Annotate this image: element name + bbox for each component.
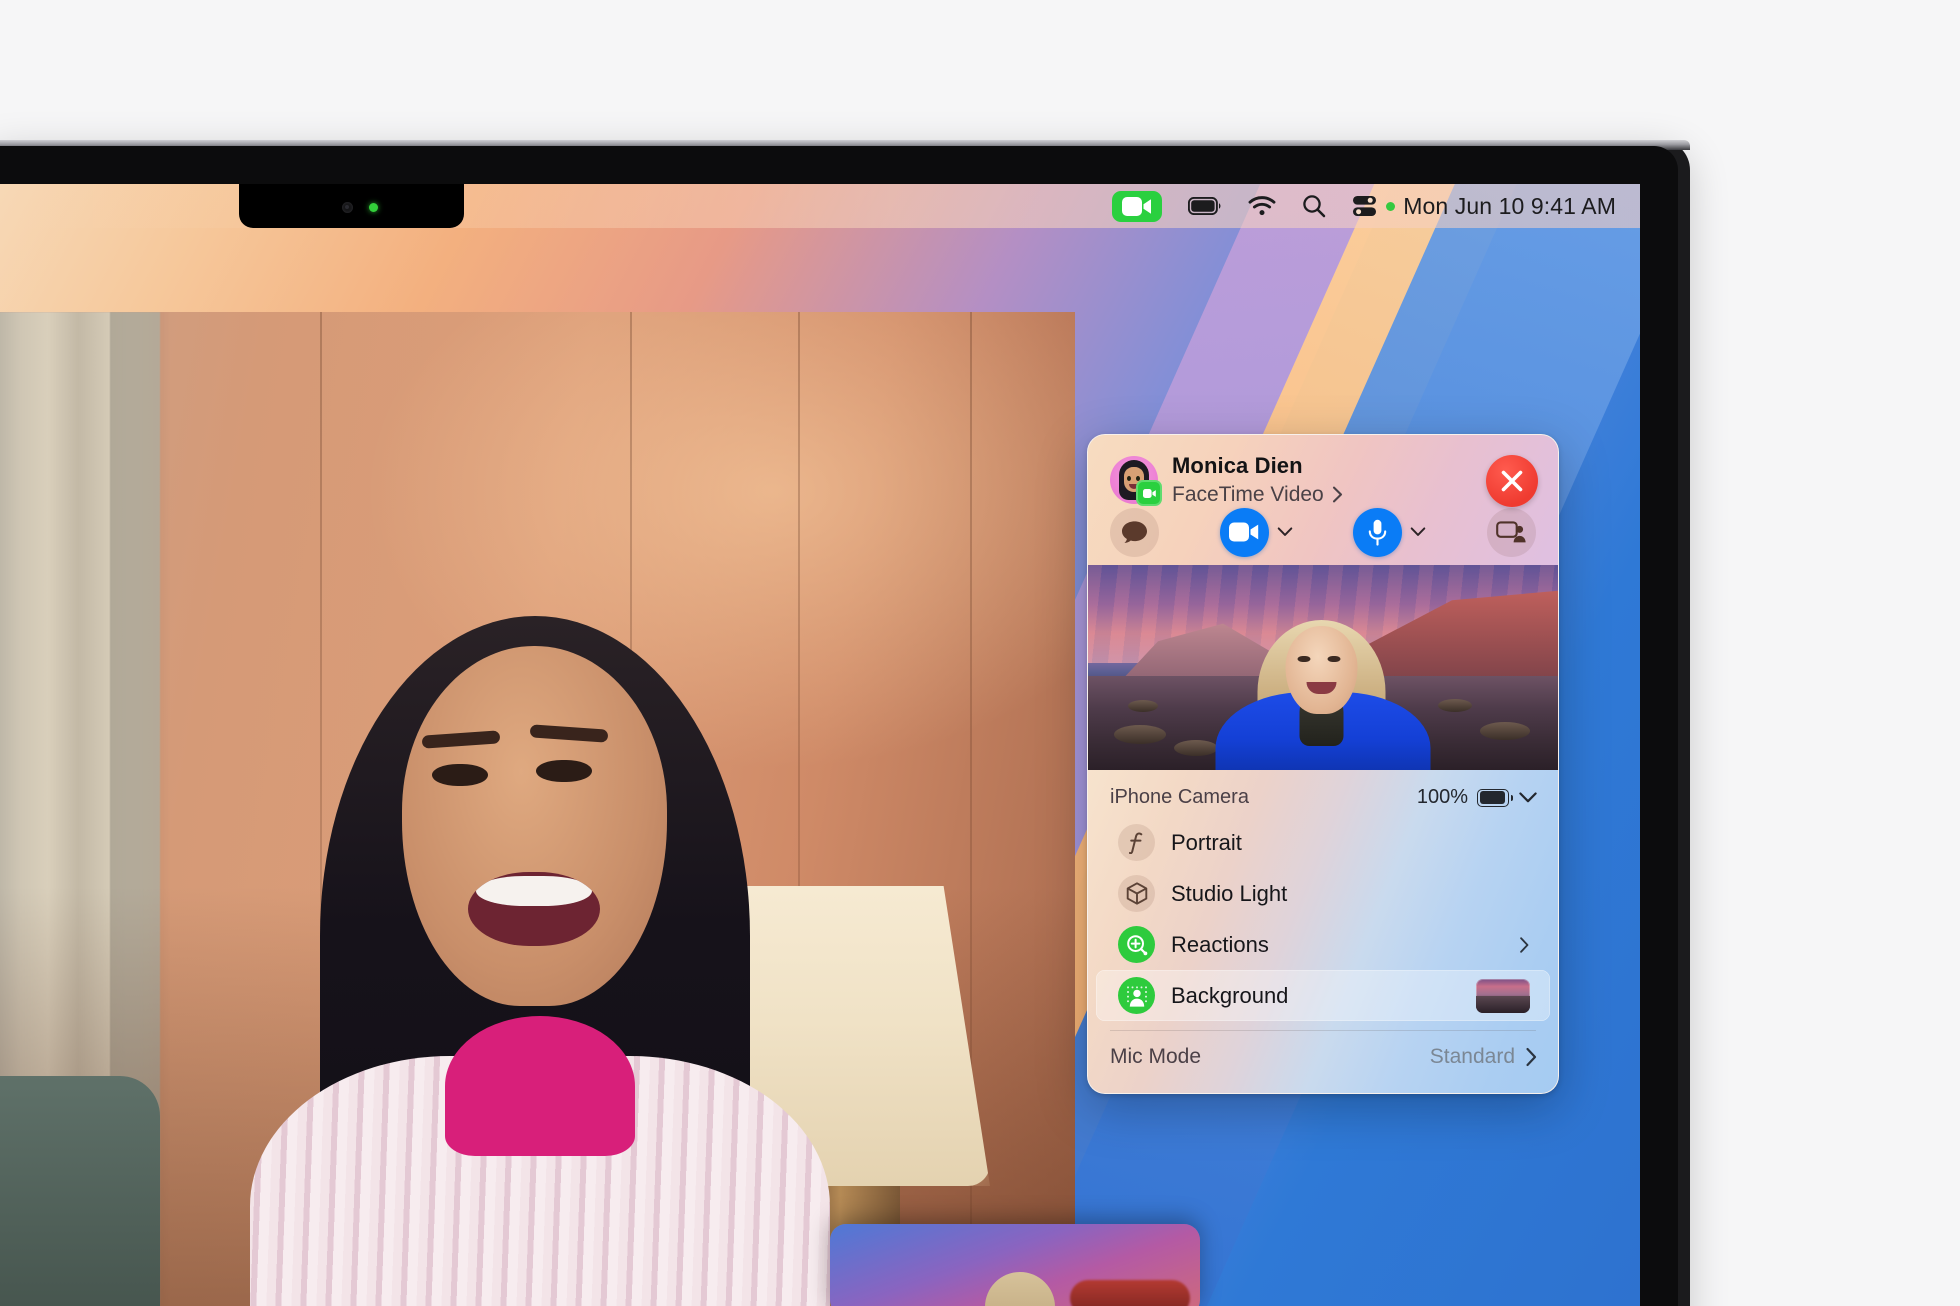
screenshot-root: Mon Jun 10 9:41 AM Monica Dien FaceTime … <box>0 0 1960 1306</box>
cube-glyph <box>1126 882 1147 905</box>
preview-rock <box>1174 740 1218 756</box>
participant-eye <box>536 760 592 782</box>
popover-effects-section: iPhone Camera 100% Portrait Studio Light… <box>1088 770 1558 1093</box>
battery-percent-label: 100% <box>1416 786 1468 808</box>
preview-rock <box>1114 725 1166 744</box>
call-type-row[interactable]: FaceTime Video <box>1172 482 1343 507</box>
pip-rock <box>1070 1280 1190 1306</box>
preview-person-smile <box>1306 682 1337 694</box>
participant-eye <box>432 764 488 786</box>
mic-mode-label: Mic Mode <box>1110 1045 1202 1068</box>
preview-person-face <box>1285 626 1358 714</box>
screen-share-icon <box>1496 521 1527 543</box>
self-view-preview[interactable] <box>1088 565 1558 770</box>
camera-icon <box>342 202 353 213</box>
call-type-label: FaceTime Video <box>1172 483 1324 507</box>
reactions-zoom-icon <box>1118 926 1155 963</box>
section-status[interactable]: 100% <box>1417 786 1538 809</box>
battery-icon <box>1477 788 1513 807</box>
microphone-button[interactable] <box>1353 507 1403 557</box>
effect-row-background[interactable]: Background <box>1096 970 1550 1021</box>
reactions-glyph <box>1126 934 1147 955</box>
preview-person-eye <box>1327 656 1341 662</box>
participant-mouth <box>468 872 600 946</box>
chevron-right-icon <box>1332 487 1342 503</box>
shareplay-button[interactable] <box>1486 507 1536 557</box>
chevron-right-icon[interactable] <box>1525 1047 1538 1067</box>
menubar-facetime-item[interactable] <box>1099 184 1175 228</box>
menubar-clock[interactable]: Mon Jun 10 9:41 AM <box>1397 193 1620 220</box>
mac-screen: Mon Jun 10 9:41 AM Monica Dien FaceTime … <box>0 184 1640 1306</box>
recording-indicator-dot <box>1386 201 1396 211</box>
effect-label: Portrait <box>1171 829 1242 855</box>
preview-rock <box>1438 699 1472 712</box>
sofa <box>0 1076 160 1306</box>
video-camera-icon <box>1229 522 1259 542</box>
iphone-camera-section-header: iPhone Camera 100% <box>1088 770 1558 817</box>
popover-contact-info: Monica Dien FaceTime Video <box>1172 453 1343 508</box>
effect-label: Reactions <box>1171 931 1269 957</box>
menubar-wifi-item[interactable] <box>1235 184 1289 228</box>
facetime-call-popover: Monica Dien FaceTime Video iPhone Camera… <box>1087 434 1559 1094</box>
speech-bubble-icon <box>1122 521 1147 543</box>
effect-label: Background <box>1171 982 1289 1008</box>
effect-row-reactions[interactable]: Reactions <box>1096 919 1550 970</box>
portrait-f-icon <box>1118 824 1155 861</box>
menubar-battery-item[interactable] <box>1175 184 1235 228</box>
video-camera-icon <box>1142 488 1156 498</box>
preview-rock <box>1128 700 1158 712</box>
preview-rock <box>1480 722 1530 740</box>
portrait-f-glyph <box>1129 831 1143 854</box>
avatar-eye <box>1127 476 1131 482</box>
background-person-icon <box>1118 977 1155 1014</box>
facetime-badge-icon <box>1136 480 1162 507</box>
microphone-control <box>1353 507 1426 557</box>
popover-header: Monica Dien FaceTime Video <box>1088 435 1558 565</box>
preview-person <box>1215 605 1431 770</box>
close-x-icon <box>1501 470 1523 492</box>
mic-mode-value: Standard <box>1429 1045 1515 1068</box>
microphone-icon <box>1369 519 1387 546</box>
section-title: iPhone Camera <box>1110 786 1249 808</box>
video-camera-icon <box>1122 196 1152 216</box>
control-center-icon <box>1353 196 1377 216</box>
chevron-down-icon[interactable] <box>1518 791 1538 804</box>
messages-button[interactable] <box>1110 507 1159 557</box>
remote-participant-video <box>240 576 840 1306</box>
facetime-main-video[interactable] <box>0 312 1075 1306</box>
battery-icon <box>1188 197 1221 215</box>
background-preview-thumbnail[interactable] <box>1476 978 1530 1013</box>
participant-teeth <box>476 876 592 906</box>
pip-person-head <box>985 1272 1055 1306</box>
shareplay-control <box>1486 507 1536 557</box>
participant-collar <box>445 1016 635 1156</box>
chevron-down-icon[interactable] <box>1277 524 1293 540</box>
wifi-icon <box>1248 196 1276 216</box>
green-camera-indicator-light <box>369 203 378 212</box>
background-glyph <box>1126 985 1147 1007</box>
facetime-status-chip[interactable] <box>1112 190 1163 222</box>
contact-name: Monica Dien <box>1172 453 1303 478</box>
chevron-right-icon[interactable] <box>1519 936 1530 954</box>
search-icon <box>1303 195 1326 218</box>
participant-face <box>402 646 667 1006</box>
self-view-pip[interactable] <box>830 1224 1200 1306</box>
effect-row-studio-light[interactable]: Studio Light <box>1096 868 1550 919</box>
cube-icon <box>1118 875 1155 912</box>
camera-button[interactable] <box>1219 507 1269 557</box>
effect-label: Studio Light <box>1171 880 1288 906</box>
macbook-notch <box>239 184 464 228</box>
camera-control <box>1219 507 1293 557</box>
mic-mode-row[interactable]: Mic Mode Standard <box>1088 1031 1558 1083</box>
chevron-down-icon[interactable] <box>1410 524 1426 540</box>
messages-control <box>1110 507 1159 557</box>
avatar <box>1110 456 1162 507</box>
end-call-button[interactable] <box>1486 455 1538 507</box>
preview-person-eye <box>1297 656 1311 662</box>
menubar-control-center-item[interactable] <box>1339 184 1390 228</box>
mic-mode-value-group: Standard <box>1430 1045 1538 1069</box>
menubar-search-item[interactable] <box>1289 184 1339 228</box>
effect-row-portrait[interactable]: Portrait <box>1096 817 1550 868</box>
